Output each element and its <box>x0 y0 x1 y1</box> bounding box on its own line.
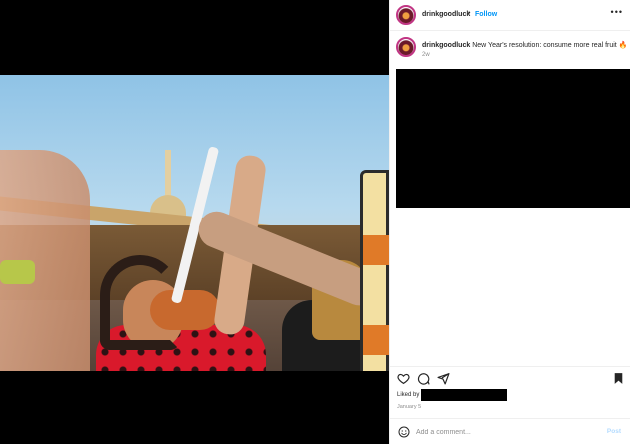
comment-icon[interactable] <box>417 372 430 385</box>
post-comment-button[interactable]: Post <box>607 428 621 435</box>
wristband <box>0 260 35 284</box>
share-icon[interactable] <box>437 372 450 385</box>
follow-button[interactable]: Follow <box>475 11 497 18</box>
redacted-comments-block <box>396 69 630 208</box>
cowboy-hat <box>100 255 180 350</box>
tower-spire <box>165 150 171 198</box>
avatar[interactable] <box>396 37 416 57</box>
post-header: drinkgoodluck • Follow ••• <box>390 0 630 31</box>
caption-body: New Year's resolution: consume more real… <box>472 42 628 49</box>
post-photo[interactable] <box>0 75 389 371</box>
caption-timestamp: 2w <box>422 52 430 58</box>
comment-input[interactable] <box>416 425 596 439</box>
redacted-likers <box>421 389 507 401</box>
can-label <box>363 235 389 265</box>
separator-dot: • <box>468 10 471 17</box>
emoji-icon[interactable] <box>398 426 410 438</box>
username-link[interactable]: drinkgoodluck <box>422 11 470 18</box>
can-label <box>363 325 389 355</box>
caption-username[interactable]: drinkgoodluck <box>422 42 470 49</box>
action-bar <box>390 366 630 388</box>
bookmark-icon[interactable] <box>612 372 625 385</box>
post-media-area <box>0 0 389 444</box>
caption-text: drinkgoodluck New Year's resolution: cons… <box>422 41 627 50</box>
more-icon[interactable]: ••• <box>611 7 623 17</box>
post-side-panel: drinkgoodluck • Follow ••• drinkgoodluck… <box>389 0 630 444</box>
heart-icon[interactable] <box>397 372 410 385</box>
post-date[interactable]: January 5 <box>397 404 421 410</box>
avatar[interactable] <box>396 5 416 25</box>
caption: drinkgoodluck New Year's resolution: cons… <box>390 31 630 65</box>
liked-by-label: Liked by <box>397 392 420 398</box>
comment-bar: Post <box>390 418 630 444</box>
